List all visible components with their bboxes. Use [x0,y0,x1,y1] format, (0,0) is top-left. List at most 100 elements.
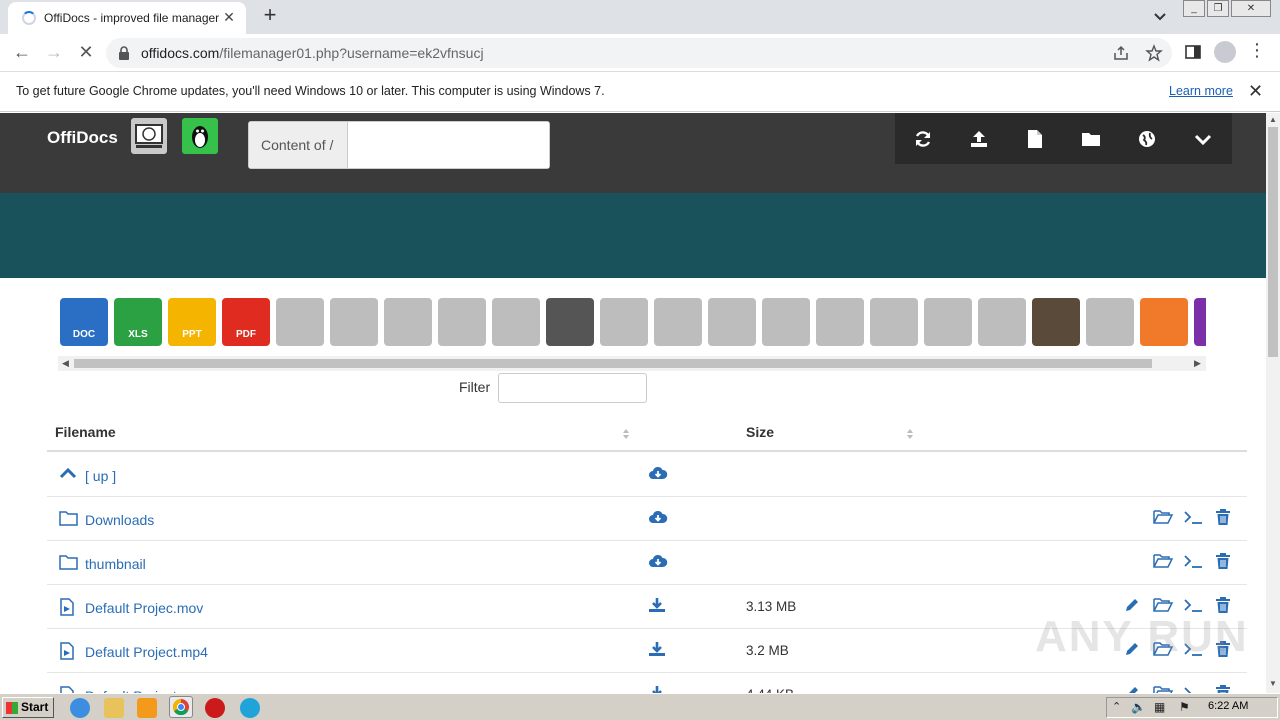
folder-row[interactable]: thumbnail [47,541,1247,585]
open-folder-icon[interactable] [1153,509,1174,528]
tab-search-chevron-icon[interactable] [1150,8,1170,26]
infobar-close-icon[interactable]: ✕ [1248,81,1263,102]
ie-taskbar-icon[interactable] [70,698,90,718]
refresh-button[interactable] [895,113,951,164]
app-icon-video-editor[interactable] [1140,298,1188,346]
up-chevron-icon [59,466,77,483]
more-menu-button[interactable] [1175,113,1231,164]
apps-horizontal-scrollbar[interactable]: ◀ ▶ [58,356,1206,371]
tray-expand-icon[interactable]: ⌃ [1112,700,1121,713]
app-icon-audacity[interactable] [438,298,486,346]
opera-taskbar-icon[interactable] [205,698,225,718]
close-window-button[interactable]: ✕ [1231,0,1271,17]
app-icon-drawing[interactable] [384,298,432,346]
app-icon-eclipse[interactable] [762,298,810,346]
volume-icon[interactable]: 🔈 [1131,700,1146,714]
app-icon-doc[interactable]: DOC [60,298,108,346]
scrollbar-thumb[interactable] [1268,127,1278,357]
explorer-taskbar-icon[interactable] [104,698,124,718]
windows-desktop-icon[interactable] [131,118,167,154]
app-icon-ppt[interactable]: PPT [168,298,216,346]
filename-link[interactable]: Downloads [85,512,154,528]
linux-tux-icon[interactable] [182,118,218,154]
minimize-button[interactable]: _ [1183,0,1205,17]
brand-logo[interactable]: OffiDocs [47,128,118,148]
terminal-icon[interactable] [1183,553,1203,572]
chrome-taskbar-button[interactable] [169,696,193,718]
scroll-left-arrow-icon[interactable]: ◀ [62,358,69,369]
edge-taskbar-icon[interactable] [240,698,260,718]
browser-tab[interactable]: OffiDocs - improved file manager ✕ [8,2,246,34]
address-bar[interactable]: offidocs.com/filemanager01.php?username=… [106,38,1172,68]
system-tray: ⌃ 🔈 ▦ ⚑ [1106,697,1278,718]
app-icon-dia[interactable] [708,298,756,346]
forward-button[interactable]: → [43,42,65,64]
new-folder-button[interactable] [1063,113,1119,164]
taskbar-clock[interactable]: 6:22 AM [1208,700,1248,712]
lock-icon[interactable] [118,46,130,60]
sort-filename-icon[interactable] [622,428,630,440]
filename-link[interactable]: Default Project.mp4 [85,644,208,660]
filename-link[interactable]: [ up ] [85,468,116,484]
app-icon-openshot[interactable] [600,298,648,346]
web-upload-button[interactable] [1119,113,1175,164]
file-size: 3.13 MB [746,599,797,614]
app-icon-planner[interactable] [870,298,918,346]
new-tab-button[interactable]: + [258,4,282,28]
filter-input[interactable] [498,373,647,403]
app-icon-paint[interactable] [816,298,864,346]
filename-link[interactable]: Default Projec.mov [85,600,203,616]
share-icon[interactable] [1112,44,1130,62]
learn-more-link[interactable]: Learn more [1169,84,1233,98]
open-folder-icon[interactable] [1153,553,1174,572]
column-header-filename[interactable]: Filename [55,424,116,440]
new-file-button[interactable] [1007,113,1063,164]
app-icon-inkscape[interactable] [330,298,378,346]
app-header: OffiDocs Content of / [0,113,1266,193]
folder-row[interactable]: Downloads [47,497,1247,541]
app-icon-audio[interactable] [654,298,702,346]
browser-menu-icon[interactable]: ⋮ [1248,40,1266,61]
column-header-size[interactable]: Size [746,424,774,440]
terminal-icon[interactable] [1183,509,1203,528]
cloud-download-icon[interactable] [648,509,668,528]
profile-avatar[interactable] [1214,41,1236,63]
stop-loading-button[interactable]: ✕ [75,42,97,64]
trash-icon[interactable] [1215,509,1231,529]
app-icon-chess[interactable] [1032,298,1080,346]
download-icon[interactable] [648,597,666,616]
parent-dir-row[interactable]: [ up ] [47,453,1247,497]
download-icon[interactable] [648,641,666,660]
network-icon[interactable]: ▦ [1154,700,1165,714]
bookmark-star-icon[interactable] [1145,44,1163,62]
media-player-taskbar-icon[interactable] [137,698,157,718]
app-icon-mail[interactable] [978,298,1026,346]
app-icon-game[interactable] [1086,298,1134,346]
trash-icon[interactable] [1215,553,1231,573]
back-button[interactable]: ← [11,42,33,64]
app-icon-more[interactable] [1194,298,1206,346]
start-button[interactable]: Start [2,697,54,718]
cloud-download-icon[interactable] [648,553,668,572]
side-panel-icon[interactable] [1184,43,1202,61]
scroll-up-arrow-icon[interactable]: ▲ [1266,115,1280,127]
app-icon-video[interactable] [492,298,540,346]
app-icon-xls[interactable]: XLS [114,298,162,346]
restore-button[interactable]: ❐ [1207,0,1229,17]
sort-size-icon[interactable] [906,428,914,440]
tab-strip: OffiDocs - improved file manager ✕ + _ ❐… [0,0,1280,34]
cloud-download-icon[interactable] [648,465,668,484]
page-scrollbar[interactable]: ▲ ▼ [1266,113,1280,693]
app-icon-lmms[interactable] [546,298,594,346]
filename-link[interactable]: thumbnail [85,556,146,572]
scroll-down-arrow-icon[interactable]: ▼ [1266,679,1280,691]
path-input[interactable] [348,122,549,168]
app-icon-gimp[interactable] [276,298,324,346]
app-icon-network[interactable] [924,298,972,346]
scroll-right-arrow-icon[interactable]: ▶ [1194,358,1201,369]
upload-button[interactable] [951,113,1007,164]
app-icon-pdf[interactable]: PDF [222,298,270,346]
apps-scrollbar-thumb[interactable] [74,359,1152,368]
action-center-flag-icon[interactable]: ⚑ [1179,700,1190,714]
tab-close-icon[interactable]: ✕ [220,8,238,26]
